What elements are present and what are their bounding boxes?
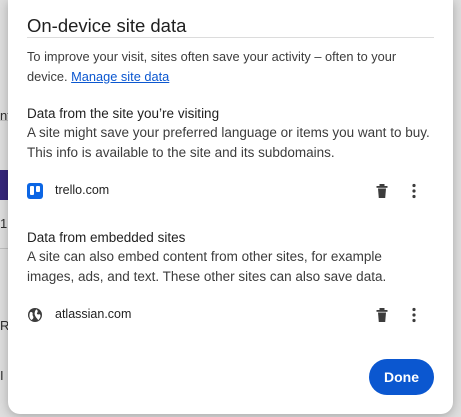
section-description-visited-site: A site might save your preferred languag… xyxy=(27,125,430,160)
manage-site-data-link[interactable]: Manage site data xyxy=(71,69,169,84)
section-title-embedded-sites: Data from embedded sites xyxy=(27,230,186,245)
dialog-description: To improve your visit, sites often save … xyxy=(27,47,432,87)
done-button[interactable]: Done xyxy=(369,359,434,395)
section-description-embedded-sites: A site can also embed content from other… xyxy=(27,249,387,284)
delete-site-data-button[interactable] xyxy=(372,181,392,201)
globe-icon xyxy=(27,307,43,323)
more-options-button[interactable] xyxy=(404,305,424,325)
trash-icon xyxy=(376,308,388,322)
site-name: atlassian.com xyxy=(55,307,132,321)
section-title-visited-site: Data from the site you’re visiting xyxy=(27,106,220,121)
more-options-button[interactable] xyxy=(404,181,424,201)
more-vert-icon xyxy=(412,307,416,323)
more-vert-icon xyxy=(412,183,416,199)
title-divider xyxy=(27,37,434,38)
site-name: trello.com xyxy=(55,183,110,197)
dialog-title: On-device site data xyxy=(27,15,187,36)
site-data-dialog: On-device site data To improve your visi… xyxy=(8,0,453,414)
trello-icon xyxy=(27,183,43,199)
site-row-atlassian: atlassian.com xyxy=(27,301,438,329)
trash-icon xyxy=(376,184,388,198)
delete-site-data-button[interactable] xyxy=(372,305,392,325)
site-row-trello: trello.com xyxy=(27,177,438,205)
